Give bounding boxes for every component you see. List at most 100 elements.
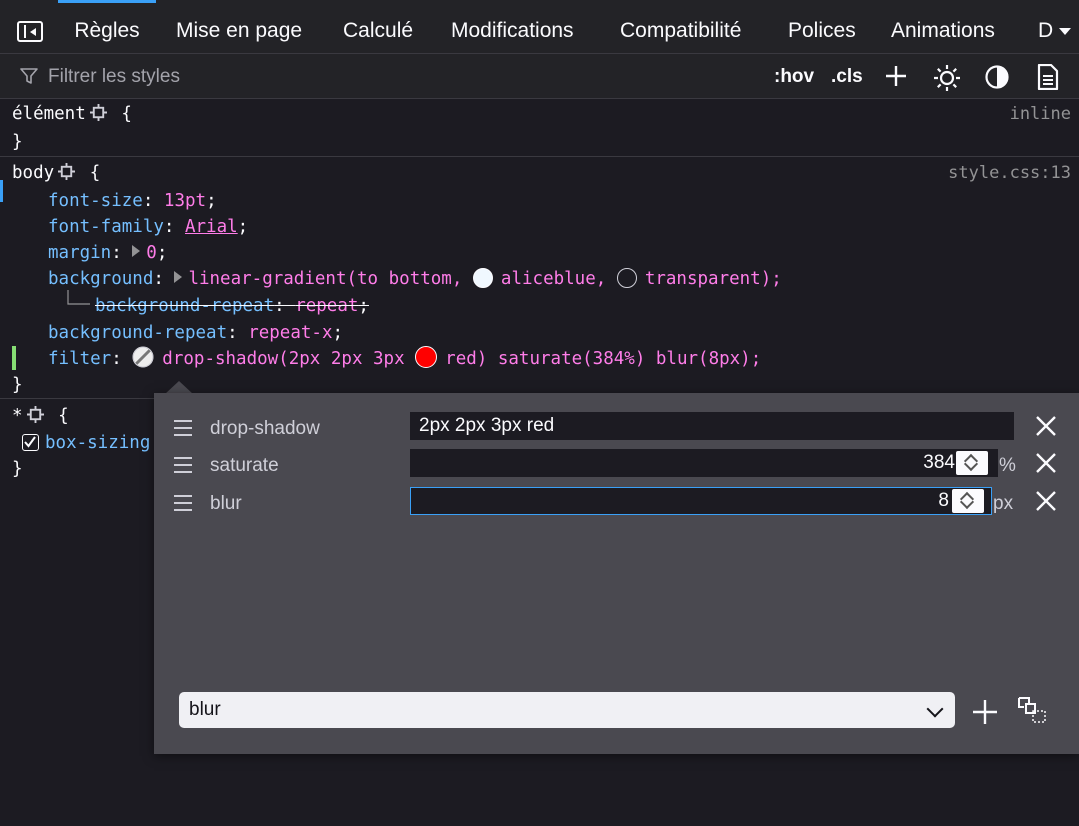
drag-handle-icon[interactable] (174, 457, 192, 473)
drag-handle-icon[interactable] (174, 495, 192, 511)
filter-type-selected: blur (189, 699, 221, 720)
node-highlight-icon[interactable] (89, 104, 107, 121)
filter-styles-input[interactable] (46, 64, 450, 90)
filter-type-select[interactable]: blur (179, 692, 955, 728)
decl-margin: margin: 0; (48, 243, 168, 263)
filter-value-input[interactable] (410, 412, 1014, 440)
drag-handle-icon[interactable] (174, 420, 192, 436)
decl-background-repeat-overridden: background-repeat: repeat; (95, 296, 369, 316)
prop-value[interactable]: aliceblue, (501, 269, 606, 289)
universal-open-brace: { (58, 406, 69, 426)
filter-row-saturate: saturate % (154, 449, 1079, 481)
class-panel-toggle[interactable]: .cls (831, 66, 863, 88)
tab-changes[interactable]: Modifications (451, 0, 574, 53)
decl-font-family: font-family: Arial; (48, 217, 249, 237)
decl-filter: filter: drop-shadow(2px 2px 3px red) sat… (48, 346, 761, 372)
number-stepper-icon[interactable] (956, 451, 988, 475)
checkmark-icon (24, 436, 36, 448)
decl-background: background: linear-gradient(to bottom, a… (48, 268, 782, 289)
node-highlight-icon[interactable] (58, 163, 76, 180)
expand-triangle-icon[interactable] (132, 245, 141, 257)
changed-declaration-marker (12, 346, 16, 370)
selected-node-marker (0, 180, 3, 202)
expand-triangle-icon[interactable] (174, 271, 183, 283)
rule-divider (0, 156, 1079, 157)
remove-filter-close-icon[interactable] (1034, 489, 1058, 513)
prop-name[interactable]: font-family (48, 217, 164, 237)
prop-value-end: ); (760, 269, 782, 289)
node-highlight-icon[interactable] (26, 406, 44, 423)
universal-close-brace: } (12, 459, 23, 479)
filter-name: saturate (210, 455, 279, 476)
filter-name: blur (210, 493, 242, 514)
filter-funnel-icon (20, 68, 38, 84)
body-open-brace: { (89, 163, 101, 183)
tab-fonts[interactable]: Polices (788, 0, 856, 53)
element-open-brace: { (121, 104, 132, 124)
color-swatch-red[interactable] (415, 346, 438, 368)
body-selector[interactable]: body (12, 163, 54, 183)
tab-overflow[interactable]: D (1038, 0, 1053, 53)
color-swatch-aliceblue[interactable] (472, 268, 493, 288)
prop-value[interactable]: transparent (645, 269, 761, 289)
filter-row-blur: blur px (154, 487, 1079, 519)
prop-value[interactable]: red) saturate(384%) blur(8px); (445, 349, 761, 369)
prop-name[interactable]: background-repeat (48, 323, 227, 343)
filter-value-input[interactable] (410, 487, 992, 515)
element-rule-header: élément { (12, 101, 132, 127)
body-rule-source[interactable]: style.css:13 (948, 163, 1071, 183)
presets-toggle-icon[interactable] (1017, 695, 1047, 725)
prop-value: repeat (295, 296, 359, 316)
prop-value[interactable]: 13pt (164, 191, 206, 211)
prop-name[interactable]: margin (48, 243, 111, 263)
hover-pseudo-class-toggle[interactable]: :hov (774, 66, 814, 88)
prop-value[interactable]: repeat-x (248, 323, 332, 343)
prop-value[interactable]: drop-shadow(2px 2px 3px (162, 349, 404, 369)
add-rule-plus-icon[interactable] (884, 64, 908, 88)
toggle-sidebar-icon[interactable] (17, 21, 43, 42)
dark-mode-contrast-icon[interactable] (984, 64, 1010, 90)
prop-name[interactable]: background (48, 269, 153, 289)
prop-name[interactable]: box-sizing (45, 433, 150, 453)
rules-toolbar: :hov .cls (0, 54, 1079, 99)
print-media-document-icon[interactable] (1036, 64, 1060, 90)
color-swatch-transparent[interactable] (616, 268, 637, 288)
number-stepper-icon[interactable] (952, 489, 984, 513)
prop-value[interactable]: 0 (146, 243, 157, 263)
filter-row-drop-shadow: drop-shadow (154, 412, 1079, 444)
prop-name[interactable]: font-size (48, 191, 143, 211)
tab-animations[interactable]: Animations (891, 0, 995, 53)
universal-selector[interactable]: * (12, 406, 23, 426)
prop-value[interactable]: Arial (185, 217, 238, 237)
filter-value-input[interactable] (410, 449, 998, 477)
filter-editor-swatch-icon[interactable] (132, 346, 154, 368)
tab-layout[interactable]: Mise en page (176, 0, 302, 53)
add-filter-plus-icon[interactable] (972, 699, 998, 725)
filter-name: drop-shadow (210, 418, 320, 439)
filter-editor-popup: drop-shadow saturate % blur px blur (154, 393, 1079, 754)
tab-compatibility[interactable]: Compatibilité (620, 0, 741, 53)
element-rule-source: inline (1009, 104, 1071, 124)
decl-font-size: font-size: 13pt; (48, 191, 217, 211)
prop-value[interactable]: linear-gradient(to bottom, (188, 269, 462, 289)
body-close-brace: } (12, 375, 23, 395)
prop-name: background-repeat (95, 296, 275, 316)
decl-background-repeat: background-repeat: repeat-x; (48, 323, 344, 343)
devtools-tabbar: Règles Mise en page Calculé Modification… (0, 0, 1079, 54)
tabs-overflow-arrow-icon[interactable] (1059, 28, 1071, 35)
remove-filter-close-icon[interactable] (1034, 451, 1058, 475)
tab-computed[interactable]: Calculé (343, 0, 413, 53)
remove-filter-close-icon[interactable] (1034, 414, 1058, 438)
universal-rule-header: * { (12, 403, 69, 429)
chevron-down-icon (926, 700, 944, 718)
element-close-brace: } (12, 132, 23, 152)
tab-rules[interactable]: Règles (58, 0, 156, 53)
light-mode-sun-icon[interactable] (933, 64, 961, 92)
prop-name[interactable]: filter (48, 349, 111, 369)
filter-unit: px (993, 493, 1014, 514)
element-selector: élément (12, 104, 86, 124)
enable-declaration-checkbox[interactable] (22, 434, 39, 451)
filter-unit: % (999, 455, 1016, 476)
decl-box-sizing: box-sizing (22, 430, 150, 456)
body-rule-header: body { (12, 160, 100, 186)
